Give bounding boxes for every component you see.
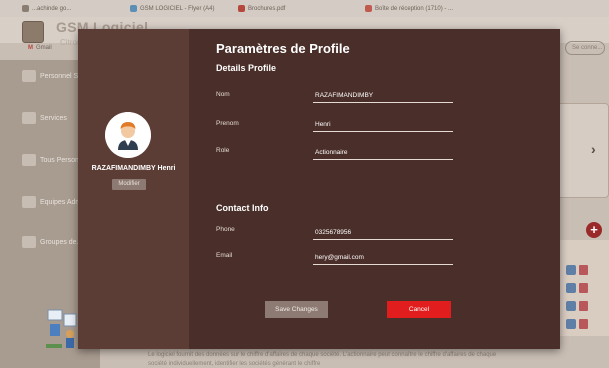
email-field[interactable]	[313, 251, 453, 265]
prenom-label: Prenom	[216, 120, 239, 127]
bookmark-gmail[interactable]: M Gmail	[28, 45, 52, 51]
tab-label: Boîte de réception (1710) - ...	[375, 6, 454, 12]
prenom-field[interactable]	[313, 118, 453, 132]
tab-canva-icon	[130, 4, 137, 12]
chevron-right-icon[interactable]: ›	[591, 141, 596, 157]
sidebar-item-services[interactable]: Services	[22, 112, 67, 124]
users-icon	[22, 154, 36, 166]
email-label: Email	[216, 252, 233, 259]
edit-icon[interactable]	[566, 283, 576, 293]
trash-icon[interactable]	[579, 265, 588, 275]
browser-tab[interactable]: GSM LOGICIEL - Flyer (A4)	[130, 3, 230, 16]
tab-label: Brochures.pdf	[248, 6, 286, 12]
contact-section-title: Contact Info	[216, 203, 269, 213]
edit-icon[interactable]	[566, 301, 576, 311]
browser-tab-bar: ...achinde go... GSM LOGICIEL - Flyer (A…	[0, 0, 609, 17]
cancel-button[interactable]: Cancel	[387, 301, 451, 318]
save-changes-button[interactable]: Save Changes	[265, 301, 328, 318]
edit-icon[interactable]	[566, 265, 576, 275]
nom-label: Nom	[216, 91, 230, 98]
sidebar-item-label: Groupes de...	[40, 238, 83, 246]
trash-icon[interactable]	[579, 301, 588, 311]
browser-tab[interactable]: ...achinde go...	[22, 3, 122, 16]
trash-icon[interactable]	[579, 319, 588, 329]
avatar	[105, 112, 151, 158]
tab-label: GSM LOGICIEL - Flyer (A4)	[140, 6, 215, 12]
user-avatar-icon	[105, 112, 151, 158]
nom-field[interactable]	[313, 89, 453, 103]
tab-label: ...achinde go...	[32, 6, 72, 12]
row-actions	[566, 280, 588, 298]
phone-label: Phone	[216, 226, 235, 233]
team-icon	[22, 196, 36, 208]
footer-description: Le logiciel fournit des données sur le c…	[148, 352, 497, 367]
details-section-title: Details Profile	[216, 63, 277, 73]
edit-icon[interactable]	[566, 319, 576, 329]
role-field[interactable]	[313, 146, 453, 160]
modify-profile-button[interactable]: Modifier	[112, 179, 146, 190]
sidebar-item-groupes[interactable]: Groupes de...	[22, 236, 82, 248]
login-button[interactable]: Se conne...	[565, 41, 605, 55]
row-actions	[566, 316, 588, 334]
dashboard-illustration	[46, 309, 77, 348]
handshake-icon	[22, 112, 36, 124]
browser-tab[interactable]: Brochures.pdf	[238, 3, 348, 16]
app-logo	[22, 21, 44, 43]
row-actions	[566, 262, 588, 280]
browser-tab[interactable]: Boîte de réception (1710) - ...	[365, 3, 495, 16]
add-button[interactable]: +	[586, 222, 602, 238]
gmail-icon: M	[28, 45, 33, 51]
phone-field[interactable]	[313, 226, 453, 240]
profile-full-name: RAZAFIMANDIMBY Henri	[91, 165, 176, 172]
building-icon	[22, 70, 36, 82]
tab-pdf-icon	[238, 4, 245, 12]
sidebar-item-personnel[interactable]: Tous Person...	[22, 154, 85, 166]
right-card	[555, 103, 609, 198]
group-icon	[22, 236, 36, 248]
bookmark-label: Gmail	[36, 45, 52, 51]
tab-gmail-icon	[365, 4, 372, 12]
sidebar-item-label: Services	[40, 114, 67, 122]
role-label: Role	[216, 147, 230, 154]
row-actions	[566, 298, 588, 316]
trash-icon[interactable]	[579, 283, 588, 293]
modal-title: Paramètres de Profile	[216, 41, 350, 56]
profile-settings-modal: RAZAFIMANDIMBY Henri Modifier Paramètres…	[78, 29, 560, 349]
profile-sidebar: RAZAFIMANDIMBY Henri Modifier	[78, 29, 189, 349]
tab-page-icon	[22, 4, 29, 12]
